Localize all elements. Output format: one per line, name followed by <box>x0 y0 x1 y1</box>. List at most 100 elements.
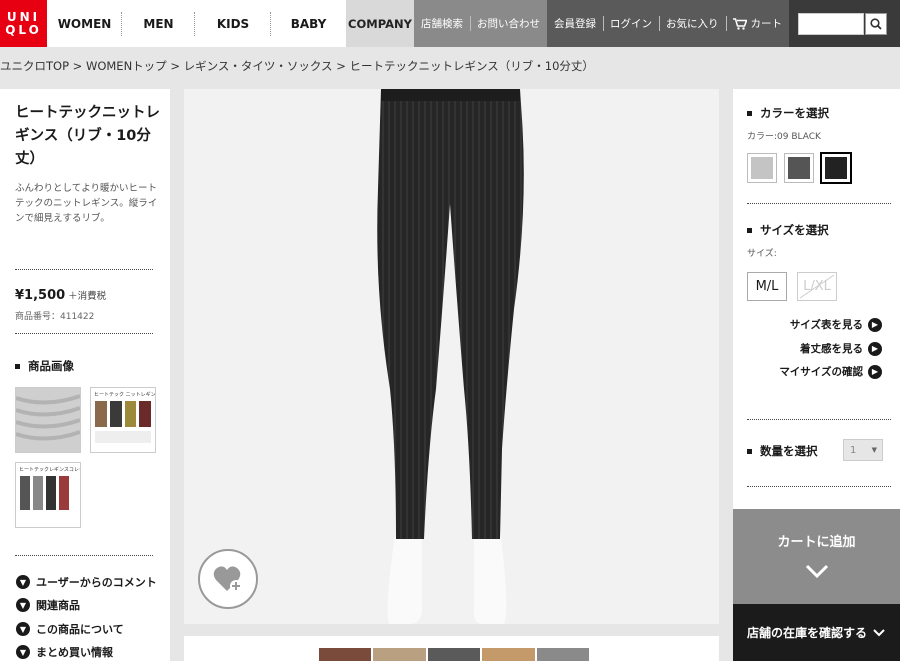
size-label: サイズ: <box>747 249 777 259</box>
cart-label: カート <box>750 18 783 30</box>
store-stock-button[interactable]: 店舗の在庫を確認する <box>733 604 900 661</box>
mysize-link[interactable]: マイサイズの確認 ▶ <box>779 364 882 379</box>
size-option-lxl-unavailable: L/XL <box>797 272 837 301</box>
site-header: UNI QLO WOMEN MEN KIDS BABY COMPANY 店舗検索… <box>0 0 900 47</box>
styling-figures <box>91 401 155 427</box>
color-heading: カラーを選択 <box>747 105 829 121</box>
chevron-right-icon: ▶ <box>868 317 882 332</box>
acc-about[interactable]: ▼ この商品について <box>16 621 124 637</box>
chevron-down-icon <box>805 564 829 578</box>
chevron-down-icon: ▼ <box>16 622 30 636</box>
chevron-down-icon <box>873 628 885 636</box>
size-option-ml[interactable]: M/L <box>747 272 787 301</box>
nav-company[interactable]: COMPANY <box>346 0 414 47</box>
quantity-select[interactable]: 1 ▼ <box>843 439 883 461</box>
add-to-cart-button[interactable]: カートに追加 <box>733 509 900 604</box>
search-button[interactable] <box>865 12 887 35</box>
price: ¥1,500 ＋消費税 <box>15 288 106 303</box>
contact-link[interactable]: お問い合わせ <box>470 0 547 47</box>
swatch-fill <box>751 157 773 179</box>
chevron-right-icon: ▶ <box>868 341 882 356</box>
knit-texture-image <box>15 388 81 452</box>
images-heading-label: 商品画像 <box>28 359 74 373</box>
acc-bulk-label: まとめ買い情報 <box>36 646 113 659</box>
acc-related-label: 関連商品 <box>36 599 80 612</box>
product-main-image[interactable] <box>184 89 719 624</box>
thumb-text-block <box>95 431 151 443</box>
search-input[interactable] <box>798 12 864 35</box>
color-swatch-darkgray[interactable] <box>784 153 814 183</box>
favorite-button[interactable] <box>198 549 258 609</box>
fit-label: 着丈感を見る <box>800 343 863 355</box>
breadcrumb[interactable]: ユニクロTOP > WOMENトップ > レギンス・タイツ・ソックス > ヒート… <box>0 58 594 74</box>
chevron-down-icon: ▼ <box>16 575 30 589</box>
main-nav: WOMEN MEN KIDS BABY <box>47 0 346 47</box>
color-swatch-gray[interactable] <box>747 153 777 183</box>
size-heading-label: サイズを選択 <box>760 223 829 237</box>
uniqlo-logo[interactable]: UNI QLO <box>0 0 47 47</box>
account-links: 会員登録 ログイン お気に入り カート <box>547 0 789 47</box>
fit-link[interactable]: 着丈感を見る ▶ <box>800 341 882 356</box>
acc-comments[interactable]: ▼ ユーザーからのコメント <box>16 574 157 590</box>
product-info-panel: ヒートテックニットレギンス（リブ・10分丈） ふんわりとしてより暖かいヒートテッ… <box>0 89 170 661</box>
bullet-icon <box>747 110 752 116</box>
purchase-options-panel: カラーを選択 カラー:09 BLACK サイズを選択 サイズ: M/L L/XL… <box>733 89 900 509</box>
heart-plus-icon <box>213 566 242 592</box>
chevron-down-icon: ▼ <box>16 645 30 659</box>
chevron-down-icon: ▼ <box>16 598 30 612</box>
bullet-icon <box>747 448 752 454</box>
register-link[interactable]: 会員登録 <box>547 0 603 47</box>
login-link[interactable]: ログイン <box>603 0 659 47</box>
store-search-link[interactable]: 店舗検索 <box>414 0 470 47</box>
chevron-right-icon: ▶ <box>868 364 882 379</box>
qty-heading-label: 数量を選択 <box>760 444 818 458</box>
store-stock-label: 店舗の在庫を確認する <box>747 626 868 640</box>
color-swatch-black[interactable] <box>820 152 852 184</box>
collection-figures <box>16 476 80 510</box>
thumbnail-styling[interactable]: ヒートテック ニットレギンス <box>90 387 156 453</box>
favorites-link[interactable]: お気に入り <box>659 0 726 47</box>
bullet-icon <box>15 363 20 369</box>
cart-link[interactable]: カート <box>725 0 790 47</box>
nav-women[interactable]: WOMEN <box>47 0 122 47</box>
add-to-cart-label: カートに追加 <box>777 535 856 550</box>
banner-strip <box>184 636 719 661</box>
utility-links: 店舗検索 お問い合わせ <box>414 0 547 47</box>
thumbnail-knit-texture[interactable] <box>15 387 81 453</box>
product-title: ヒートテックニットレギンス（リブ・10分丈） <box>15 105 160 167</box>
swatch-fill <box>825 157 847 179</box>
leggings-image <box>377 89 524 624</box>
price-value: ¥1,500 <box>15 288 66 303</box>
acc-related[interactable]: ▼ 関連商品 <box>16 597 80 613</box>
size-chart-label: サイズ表を見る <box>789 319 863 331</box>
logo-line-2: QLO <box>5 22 42 37</box>
thumb-caption: ヒートテックレギンスコレクション <box>19 467 80 473</box>
quantity-value: 1 <box>850 444 857 456</box>
size-chart-link[interactable]: サイズ表を見る ▶ <box>790 317 882 332</box>
divider <box>747 486 891 487</box>
divider <box>15 555 153 556</box>
size-heading: サイズを選択 <box>747 222 829 238</box>
cart-icon <box>732 17 747 30</box>
swatch-fill <box>788 157 810 179</box>
divider <box>15 269 153 270</box>
search-area <box>789 0 900 47</box>
color-label: カラー:09 BLACK <box>747 132 821 142</box>
tax-label: ＋消費税 <box>68 291 107 302</box>
nav-kids[interactable]: KIDS <box>195 0 271 47</box>
divider <box>747 203 891 204</box>
divider <box>747 419 891 420</box>
unavailable-slash-icon <box>799 274 835 299</box>
acc-about-label: この商品について <box>36 623 124 636</box>
product-description: ふんわりとしてより暖かいヒートテックのニットレギンス。縦ラインで細見えするリブ。 <box>15 183 158 224</box>
acc-bulk[interactable]: ▼ まとめ買い情報 <box>16 644 113 660</box>
images-heading: 商品画像 <box>15 358 74 374</box>
mysize-label: マイサイズの確認 <box>779 366 863 378</box>
nav-men[interactable]: MEN <box>122 0 195 47</box>
color-heading-label: カラーを選択 <box>760 106 829 120</box>
divider <box>15 333 153 334</box>
chevron-down-icon: ▼ <box>871 446 877 454</box>
banner-images <box>319 648 590 661</box>
thumbnail-collection[interactable]: ヒートテックレギンスコレクション <box>15 462 81 528</box>
nav-baby[interactable]: BABY <box>271 0 346 47</box>
